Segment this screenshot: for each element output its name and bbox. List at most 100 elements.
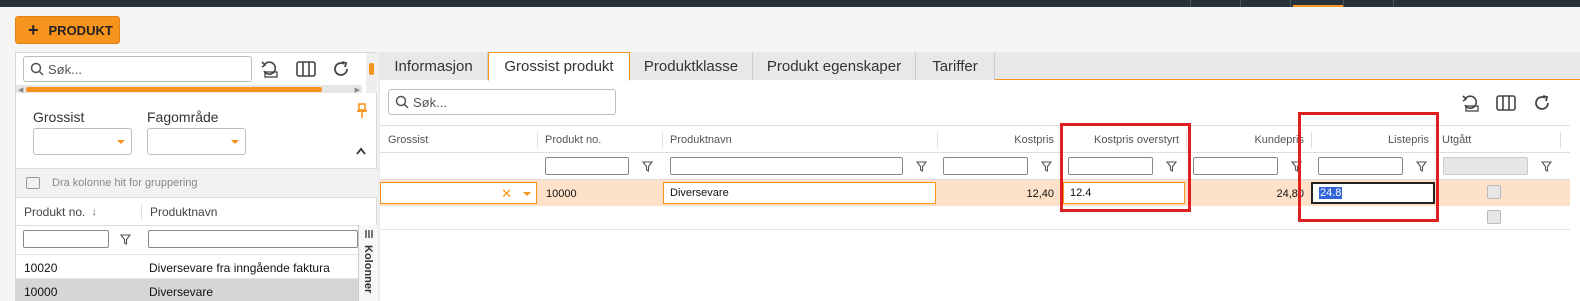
column-header-kundepris[interactable]: Kundepris	[1186, 127, 1310, 153]
produktnavn-filter-input[interactable]	[148, 230, 358, 248]
cell-produktnavn: Diversevare	[149, 285, 214, 299]
grossist-dropdown[interactable]: ✕	[380, 182, 537, 204]
grid-search-input[interactable]: Søk...	[388, 89, 616, 115]
detail-tabs: Informasjon Grossist produkt Produktklas…	[380, 52, 1580, 81]
top-navigation-bar	[0, 0, 1580, 7]
produkt-no-filter-input[interactable]	[23, 230, 109, 248]
columns-panel-label: Kolonner	[362, 245, 374, 294]
topbar-separator	[1240, 0, 1241, 7]
column-header-produkt-no[interactable]: Produkt no. ↓	[16, 199, 141, 225]
tab-label: Produkt egenskaper	[766, 57, 902, 75]
tab-produktklasse[interactable]: Produktklasse	[630, 52, 753, 80]
column-divider	[1560, 132, 1561, 148]
topbar-separator	[1190, 0, 1191, 7]
filter-icon[interactable]	[916, 161, 927, 172]
search-icon	[30, 62, 44, 76]
add-product-label: PRODUKT	[48, 22, 113, 38]
kundepris-filter-input[interactable]	[1193, 157, 1278, 175]
topbar-separator	[1393, 0, 1394, 7]
scroll-thumb[interactable]	[369, 63, 374, 75]
column-header-grossist[interactable]: Grossist	[380, 127, 536, 153]
table-row[interactable]: 10020 Diversevare fra inngående faktura	[16, 254, 358, 278]
cell-produktnavn: Diversevare	[670, 187, 729, 199]
highlight-box-kostpris-overstyrt	[1060, 123, 1191, 212]
scroll-thumb[interactable]	[26, 87, 322, 92]
column-header-label: Kostpris	[1014, 134, 1054, 146]
chevron-down-icon	[117, 140, 125, 144]
reset-layout-icon[interactable]	[259, 58, 281, 80]
filter-icon[interactable]	[120, 234, 131, 245]
plus-icon: +	[28, 20, 39, 40]
chevron-down-icon[interactable]	[523, 192, 531, 196]
filter-label-fagomrade: Fagområde	[147, 109, 219, 125]
group-hint-text: Dra kolonne hit for gruppering	[52, 177, 198, 189]
tab-label: Grossist produkt	[504, 58, 614, 75]
highlight-box-listepris	[1298, 112, 1439, 222]
produktnavn-filter-input[interactable]	[670, 157, 903, 175]
group-drop-zone[interactable]: Dra kolonne hit for gruppering	[16, 168, 378, 198]
search-icon	[395, 95, 409, 109]
table-row-selected[interactable]: 10000 Diversevare	[16, 278, 358, 301]
column-divider	[937, 132, 938, 148]
column-header-label: Produktnavn	[670, 134, 732, 146]
produkt-no-filter-input[interactable]	[545, 157, 629, 175]
product-list-panel: Søk... ◀ ▶ Grossist Fagområde Dra kolonn…	[15, 52, 378, 301]
tab-grossist-produkt[interactable]: Grossist produkt	[488, 52, 630, 81]
tab-tariffer[interactable]: Tariffer	[916, 52, 995, 80]
add-product-button[interactable]: + PRODUKT	[15, 16, 120, 44]
sort-desc-icon: ↓	[91, 206, 97, 218]
filter-icon[interactable]	[1041, 161, 1052, 172]
tab-informasjon[interactable]: Informasjon	[380, 52, 488, 80]
refresh-icon[interactable]	[330, 58, 352, 80]
grossist-filter-dropdown[interactable]	[33, 128, 132, 155]
clear-icon[interactable]: ✕	[501, 186, 512, 202]
fagomrade-filter-dropdown[interactable]	[147, 128, 246, 155]
column-header-produkt-no[interactable]: Produkt no.	[537, 127, 661, 153]
left-horizontal-scrollbar[interactable]: ◀ ▶	[16, 85, 362, 94]
cell-produktnavn: Diversevare fra inngående faktura	[149, 261, 330, 275]
left-search-input[interactable]: Søk...	[23, 56, 252, 82]
grid-search-placeholder: Søk...	[413, 94, 447, 110]
column-header-label: Produkt no.	[24, 205, 86, 219]
utgatt-filter-input	[1443, 157, 1528, 175]
cell-produkt-no: 10000	[24, 285, 58, 299]
columns-side-panel-toggle[interactable]: Kolonner	[358, 225, 378, 301]
column-divider	[537, 132, 538, 148]
kostpris-filter-input[interactable]	[943, 157, 1028, 175]
column-header-kostpris[interactable]: Kostpris	[937, 127, 1060, 153]
tab-label: Informasjon	[394, 57, 473, 75]
produktnavn-input[interactable]: Diversevare	[663, 182, 936, 204]
scroll-left-icon[interactable]: ◀	[18, 86, 23, 94]
pin-icon[interactable]	[356, 103, 368, 122]
column-header-label: Utgått	[1442, 134, 1472, 146]
product-detail-panel: Informasjon Grossist produkt Produktklas…	[380, 52, 1580, 301]
filter-label-grossist: Grossist	[33, 109, 85, 125]
column-divider	[662, 132, 663, 148]
column-header-label: Grossist	[388, 134, 429, 146]
utgatt-checkbox[interactable]	[1487, 210, 1501, 224]
tab-produkt-egenskaper[interactable]: Produkt egenskaper	[753, 52, 916, 80]
header-divider	[16, 225, 358, 226]
utgatt-checkbox[interactable]	[1487, 185, 1501, 199]
cell-kundepris: 24,80	[1276, 188, 1304, 200]
filter-icon[interactable]	[1541, 161, 1552, 172]
column-header-utgatt[interactable]: Utgått	[1436, 127, 1560, 153]
scroll-right-icon[interactable]: ▶	[355, 86, 360, 94]
column-header-produktnavn[interactable]: Produktnavn	[662, 127, 937, 153]
left-search-placeholder: Søk...	[48, 61, 82, 77]
columns-icon[interactable]	[1495, 92, 1517, 114]
chevron-down-icon	[231, 140, 239, 144]
column-header-label: Produkt no.	[545, 134, 602, 146]
column-header-produktnavn[interactable]: Produktnavn	[142, 199, 358, 225]
collapse-filters-icon[interactable]	[355, 145, 367, 159]
topbar-separator	[1343, 0, 1344, 7]
column-header-label: Kundepris	[1254, 134, 1304, 146]
refresh-icon[interactable]	[1531, 92, 1553, 114]
columns-icon[interactable]	[295, 58, 317, 80]
filter-icon[interactable]	[642, 161, 653, 172]
column-header-label: Produktnavn	[150, 205, 218, 219]
cell-produkt-no: 10020	[24, 261, 58, 275]
reset-layout-icon[interactable]	[1460, 92, 1482, 114]
cell-kostpris: 12,40	[1026, 188, 1054, 200]
left-vertical-scrollbar[interactable]	[366, 53, 377, 93]
